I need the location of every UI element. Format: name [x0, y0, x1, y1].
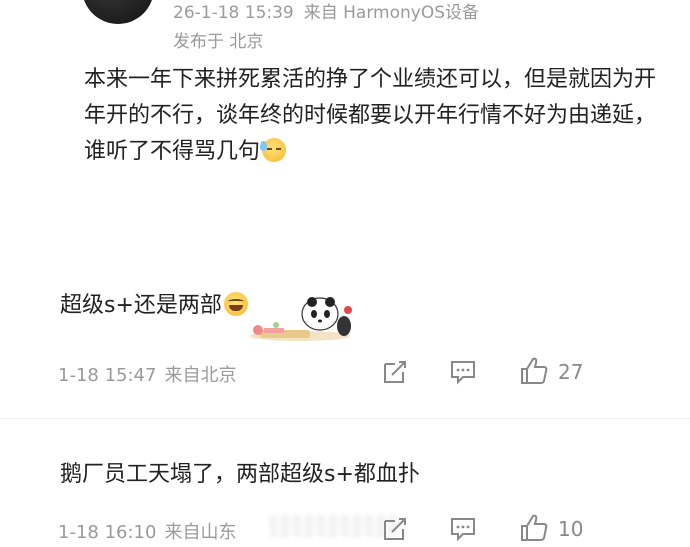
- avatar[interactable]: [82, 0, 154, 24]
- comment-time: 1-18 16:10: [58, 522, 157, 543]
- comment-source: 来自山东: [164, 522, 237, 543]
- share-icon[interactable]: [381, 358, 409, 386]
- post-body: 本来一年下来拼死累活的挣了个业绩还可以，但是就因为开年开的不行，谈年终的时候都要…: [84, 62, 674, 170]
- comment-icon[interactable]: [449, 515, 477, 543]
- comment-text: 鹅厂员工天塌了，两部超级s+都血扑: [60, 462, 420, 487]
- post-time: 26-1-18 15:39: [173, 3, 294, 23]
- sweat-smile-icon: [260, 138, 287, 162]
- divider: [0, 418, 690, 419]
- comment-text: 超级s+还是两部: [60, 287, 248, 319]
- comment-meta: 1-18 16:10 来自山东: [58, 518, 236, 544]
- like-count: 10: [558, 517, 584, 541]
- comment-time: 1-18 15:47: [58, 365, 157, 386]
- post-source: 来自 HarmonyOS设备: [303, 3, 480, 23]
- post-location: 发布于 北京: [173, 32, 264, 52]
- comment-icon[interactable]: [449, 358, 477, 386]
- panda-sticker: [250, 297, 352, 341]
- thumbs-up-icon[interactable]: [518, 512, 550, 544]
- like-count: 27: [558, 360, 584, 384]
- post-meta: 26-1-18 15:39 来自 HarmonyOS设备: [173, 0, 489, 23]
- post-text: 本来一年下来拼死累活的挣了个业绩还可以，但是就因为开年开的不行，谈年终的时候都要…: [84, 67, 657, 164]
- comment-source: 来自北京: [164, 365, 237, 386]
- thumbs-up-icon[interactable]: [518, 355, 550, 387]
- comment-meta: 1-18 15:47 来自北京: [58, 361, 236, 387]
- share-icon[interactable]: [381, 515, 409, 543]
